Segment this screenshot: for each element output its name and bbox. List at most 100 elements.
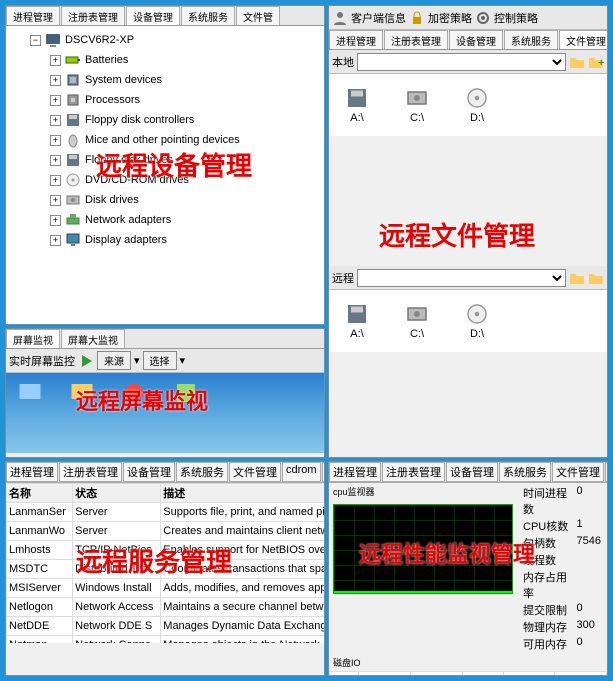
cell: Creates and maintains client network con… bbox=[161, 522, 324, 541]
col-header[interactable]: 描述 bbox=[161, 484, 324, 503]
select-button[interactable]: 选择 bbox=[143, 351, 177, 370]
drive-item[interactable]: A:\ bbox=[341, 86, 373, 124]
col-header[interactable]: 名称 bbox=[330, 672, 359, 677]
cell: LanmanWo bbox=[7, 522, 73, 541]
tree-item[interactable]: + Batteries bbox=[10, 50, 320, 70]
expand-icon[interactable]: + bbox=[50, 55, 61, 66]
expand-icon[interactable]: + bbox=[50, 215, 61, 226]
up-folder-icon[interactable] bbox=[569, 54, 585, 70]
expand-icon[interactable]: + bbox=[50, 235, 61, 246]
stat-label: 句柄数 bbox=[523, 535, 569, 551]
col-header[interactable]: IO次数 bbox=[462, 672, 503, 677]
new-folder-icon[interactable]: + bbox=[588, 54, 604, 70]
desktop-icon[interactable] bbox=[118, 381, 150, 421]
table-row[interactable]: MSDTCDistributed TraCoordinates transact… bbox=[7, 560, 325, 579]
stat-value bbox=[577, 552, 601, 568]
drive-item[interactable]: D:\ bbox=[461, 302, 493, 340]
tab-registry[interactable]: 注册表管理 bbox=[61, 6, 125, 25]
tree-item[interactable]: + Display adapters bbox=[10, 230, 320, 250]
stab-screen[interactable]: 屏幕监视 bbox=[6, 329, 60, 348]
tree-item[interactable]: + Mice and other pointing devices bbox=[10, 130, 320, 150]
mini-tab[interactable]: 文件管理 bbox=[552, 462, 604, 482]
table-row[interactable]: LanmanWoServerCreates and maintains clie… bbox=[7, 522, 325, 541]
col-header[interactable]: 磁盘使用 bbox=[555, 672, 607, 677]
tree-item[interactable]: + Disk drives bbox=[10, 190, 320, 210]
desktop-icon[interactable] bbox=[170, 381, 202, 421]
expand-icon[interactable]: + bbox=[50, 175, 61, 186]
ftab-process[interactable]: 进程管理 bbox=[329, 30, 383, 49]
col-header[interactable]: 状态 bbox=[73, 484, 161, 503]
tree-item-label: System devices bbox=[85, 74, 162, 86]
stat-label: CPU核数 bbox=[523, 518, 569, 534]
network-icon bbox=[65, 212, 81, 228]
drive-item[interactable]: C:\ bbox=[401, 302, 433, 340]
mini-tab[interactable]: 设备管理 bbox=[123, 462, 175, 482]
local-path-combo[interactable] bbox=[357, 53, 566, 71]
tab-services[interactable]: 系统服务 bbox=[181, 6, 235, 25]
control-policy-button[interactable]: 控制策略 bbox=[494, 10, 538, 26]
file-tabs: 进程管理 注册表管理 设备管理 系统服务 文件管理 bbox=[329, 30, 607, 50]
device-tree[interactable]: − DSCV6R2-XP + Batteries + System device… bbox=[6, 26, 324, 324]
drive-item[interactable]: C:\ bbox=[401, 86, 433, 124]
tree-item[interactable]: + Floppy disk drives bbox=[10, 150, 320, 170]
mini-tab[interactable]: 注册表管理 bbox=[382, 462, 445, 482]
service-table[interactable]: 名称状态描述启动类型路径 LanmanSerServerSupports fil… bbox=[6, 483, 324, 643]
col-header[interactable]: 总读写量 bbox=[503, 672, 555, 677]
tab-device[interactable]: 设备管理 bbox=[126, 6, 180, 25]
ftab-services[interactable]: 系统服务 bbox=[504, 30, 558, 49]
mini-tab[interactable]: 注册表管理 bbox=[59, 462, 122, 482]
mini-tab[interactable]: 资源使用 bbox=[322, 462, 325, 482]
tree-item[interactable]: + Network adapters bbox=[10, 210, 320, 230]
tree-item[interactable]: + Floppy disk controllers bbox=[10, 110, 320, 130]
expand-icon[interactable]: + bbox=[50, 115, 61, 126]
device-tabs: 进程管理 注册表管理 设备管理 系统服务 文件管 bbox=[6, 6, 324, 26]
table-row[interactable]: LanmanSerServerSupports file, print, and… bbox=[7, 503, 325, 522]
tab-process[interactable]: 进程管理 bbox=[6, 6, 60, 25]
new-folder-icon[interactable] bbox=[588, 270, 604, 286]
remote-desktop-view[interactable] bbox=[6, 373, 324, 453]
table-row[interactable]: LmhostsTCP/IP NetBiosEnables support for… bbox=[7, 541, 325, 560]
col-header[interactable]: 写入速率 bbox=[410, 672, 462, 677]
mini-tab[interactable]: 设备管理 bbox=[446, 462, 498, 482]
table-row[interactable]: MSIServerWindows InstallAdds, modifies, … bbox=[7, 579, 325, 598]
disk-io-table[interactable]: 名称读取速率写入速率IO次数总读写量磁盘使用 C:\0.000.000.000.… bbox=[329, 671, 607, 676]
drive-item[interactable]: D:\ bbox=[461, 86, 493, 124]
ftab-registry[interactable]: 注册表管理 bbox=[384, 30, 448, 49]
desktop-icon[interactable] bbox=[14, 381, 46, 421]
desktop-icon[interactable] bbox=[66, 381, 98, 421]
collapse-icon[interactable]: − bbox=[30, 35, 41, 46]
up-folder-icon[interactable] bbox=[569, 270, 585, 286]
expand-icon[interactable]: + bbox=[50, 155, 61, 166]
expand-icon[interactable]: + bbox=[50, 135, 61, 146]
remote-path-combo[interactable] bbox=[357, 269, 566, 287]
tree-item[interactable]: + Processors bbox=[10, 90, 320, 110]
encrypt-policy-button[interactable]: 加密策略 bbox=[428, 10, 472, 26]
table-row[interactable]: NetlogonNetwork AccessMaintains a secure… bbox=[7, 598, 325, 617]
col-header[interactable]: 名称 bbox=[7, 484, 73, 503]
client-info-button[interactable]: 客户端信息 bbox=[351, 10, 406, 26]
stab-big[interactable]: 屏幕大监视 bbox=[61, 329, 125, 348]
tree-root[interactable]: − DSCV6R2-XP bbox=[10, 30, 320, 50]
ftab-file[interactable]: 文件管理 bbox=[559, 30, 608, 49]
tree-item[interactable]: + System devices bbox=[10, 70, 320, 90]
drive-item[interactable]: A:\ bbox=[341, 302, 373, 340]
mini-tab[interactable]: 系统服务 bbox=[499, 462, 551, 482]
table-row[interactable]: NetDDENetwork DDE SManages Dynamic Data … bbox=[7, 617, 325, 636]
tree-item[interactable]: + DVD/CD-ROM drives bbox=[10, 170, 320, 190]
mini-tab[interactable]: 系统服务 bbox=[176, 462, 228, 482]
source-button[interactable]: 来源 bbox=[97, 351, 131, 370]
expand-icon[interactable]: + bbox=[50, 95, 61, 106]
mini-tab[interactable]: cdrom bbox=[282, 462, 321, 482]
mini-tab[interactable]: 进程管理 bbox=[6, 462, 58, 482]
mini-tab[interactable]: 进程管理 bbox=[329, 462, 381, 482]
mini-tab[interactable]: 文件管理 bbox=[229, 462, 281, 482]
mini-tab[interactable]: cdrom bbox=[605, 462, 608, 482]
table-row[interactable]: NetmanNetwork ConneManages objects in th… bbox=[7, 636, 325, 644]
ftab-device[interactable]: 设备管理 bbox=[449, 30, 503, 49]
tab-file[interactable]: 文件管 bbox=[236, 6, 280, 25]
col-header[interactable]: 读取速率 bbox=[359, 672, 411, 677]
expand-icon[interactable]: + bbox=[50, 195, 61, 206]
battery-icon bbox=[65, 52, 81, 68]
expand-icon[interactable]: + bbox=[50, 75, 61, 86]
play-icon[interactable] bbox=[78, 353, 94, 369]
